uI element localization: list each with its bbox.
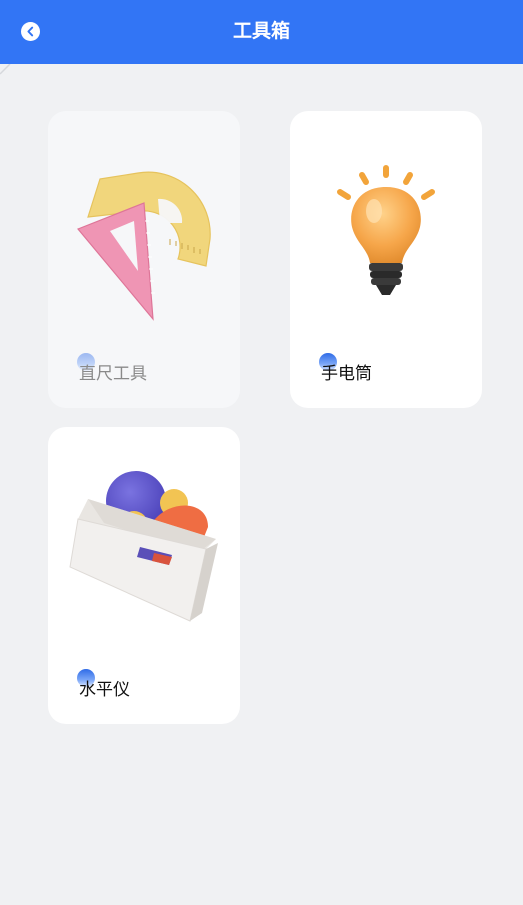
page-title: 工具箱	[232, 20, 290, 42]
chevron-left-icon	[27, 26, 34, 37]
tool-card-level[interactable]: 水平仪	[48, 427, 240, 724]
tool-label: 直尺工具	[79, 364, 147, 384]
tool-label: 水平仪	[79, 680, 130, 700]
top-bar: 工具箱	[0, 0, 523, 64]
corner-decoration	[0, 64, 11, 75]
tool-card-flashlight[interactable]: 手电筒	[290, 111, 482, 408]
tool-card-ruler[interactable]: 直尺工具	[48, 111, 240, 408]
back-button[interactable]	[21, 22, 40, 41]
tool-label: 手电筒	[321, 364, 372, 384]
